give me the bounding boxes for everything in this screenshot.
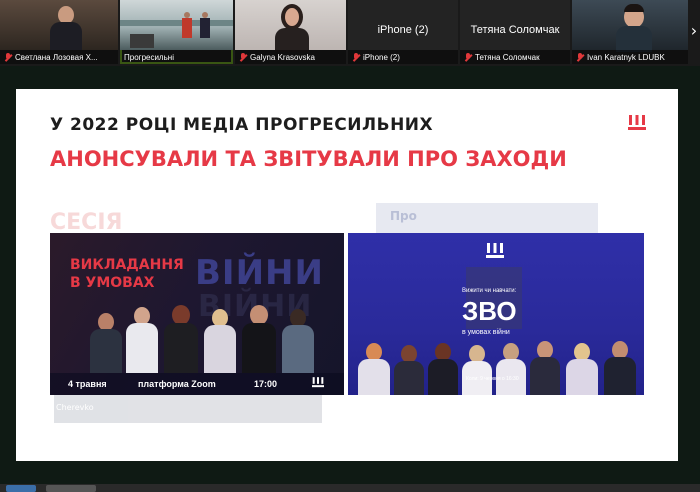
- name-bar: Galyna Krasovska: [235, 50, 346, 64]
- participant-video: [120, 0, 233, 50]
- speaker-photo: [494, 343, 528, 395]
- participant-strip: Светлана Лозовая Х... Прогресильні Galyn…: [0, 0, 700, 66]
- ghost-caption: Cherevko: [56, 403, 94, 412]
- participant-video: [235, 0, 346, 52]
- progresylni-logo-icon: [312, 377, 324, 388]
- participant-tile[interactable]: Galyna Krasovska: [235, 0, 346, 64]
- presentation-slide: У 2022 РОЦІ МЕДІА ПРОГРЕСИЛЬНИХ АНОНСУВА…: [16, 89, 678, 461]
- mic-muted-icon: [352, 52, 360, 62]
- speaker-photo: [88, 313, 124, 373]
- speaker-photo: [202, 309, 238, 373]
- name-bar: Светлана Лозовая Х...: [0, 50, 118, 64]
- speaker-photo: [124, 307, 160, 373]
- speaker-photo: [280, 309, 316, 373]
- progresylni-logo-icon: [486, 243, 504, 258]
- ghost-background-text: СЕСІЯ: [50, 210, 123, 235]
- event-banner-left: ВИКЛАДАННЯ В УМОВАХ ВІЙНИ ВІЙНИ: [50, 233, 344, 395]
- banner-left-date: 4 травня: [68, 379, 107, 389]
- bottom-toolbar: [0, 484, 700, 492]
- banner-left-line2: В УМОВАХ: [70, 275, 155, 291]
- speaker-photo: [426, 343, 460, 395]
- banner-left-footer: 4 травня платформа Zoom 17:00: [50, 373, 344, 395]
- participant-tile[interactable]: Тетяна Соломчак Тетяна Соломчак: [460, 0, 570, 64]
- slide-title-line2: АНОНСУВАЛИ ТА ЗВІТУВАЛИ ПРО ЗАХОДИ: [50, 147, 567, 171]
- participant-center-name: Тетяна Соломчак: [470, 24, 560, 36]
- banner-right-big-word: ЗВО: [462, 296, 517, 326]
- participant-name: Galyna Krasovska: [250, 52, 315, 62]
- toolbar-button[interactable]: [6, 485, 36, 492]
- participant-center-name: iPhone (2): [377, 24, 429, 36]
- speaker-photo: [240, 305, 278, 373]
- participant-name: Тетяна Соломчак: [475, 52, 540, 62]
- next-page-arrow-icon[interactable]: ›: [688, 20, 700, 42]
- participant-name: Прогресильні: [124, 52, 174, 62]
- mic-muted-icon: [239, 52, 247, 62]
- speaker-photo: [162, 305, 200, 373]
- participant-name: Ivan Karatnyk LDUBK: [587, 52, 665, 62]
- participant-name: Светлана Лозовая Х...: [15, 52, 98, 62]
- speaker-photo: [460, 345, 494, 395]
- speaker-photo: [392, 345, 426, 395]
- participant-tile[interactable]: Ivan Karatnyk LDUBK: [572, 0, 688, 64]
- progresylni-logo-icon: [628, 115, 646, 130]
- name-bar: Прогресильні: [120, 50, 233, 64]
- participant-name: iPhone (2): [363, 52, 400, 62]
- mic-muted-icon: [4, 52, 12, 62]
- participant-tile-active[interactable]: Прогресильні: [120, 0, 233, 64]
- slide-title-line1: У 2022 РОЦІ МЕДІА ПРОГРЕСИЛЬНИХ: [50, 115, 434, 135]
- participant-video: [572, 0, 688, 52]
- name-bar: Тетяна Соломчак: [460, 50, 570, 64]
- participant-video: [0, 0, 118, 50]
- participant-tile[interactable]: iPhone (2) iPhone (2): [348, 0, 458, 64]
- speaker-photo: [356, 343, 392, 395]
- speaker-photo: [528, 341, 562, 395]
- event-banner-right: Вижити чи навчати: ЗВО в умовах війни Ко…: [348, 233, 644, 395]
- banner-right-subtitle: в умовах війни: [462, 329, 510, 336]
- speaker-photo: [564, 343, 600, 395]
- mic-muted-icon: [464, 52, 472, 62]
- name-bar: Ivan Karatnyk LDUBK: [572, 50, 688, 64]
- banner-right-date: Коли: 9 червня о 16:30: [466, 376, 519, 382]
- toolbar-button[interactable]: [46, 485, 96, 492]
- ghost-background-panel: Про: [376, 203, 598, 237]
- banner-left-time: 17:00: [254, 379, 278, 389]
- speaker-photo: [602, 341, 638, 395]
- banner-right-small-text: Вижити чи навчати:: [462, 288, 517, 294]
- ghost-panel-text: Про: [390, 209, 417, 223]
- participant-tile[interactable]: Светлана Лозовая Х...: [0, 0, 118, 64]
- mic-muted-icon: [576, 52, 584, 62]
- banner-left-platform: платформа Zoom: [138, 379, 216, 389]
- name-bar: iPhone (2): [348, 50, 458, 64]
- banner-left-line1: ВИКЛАДАННЯ: [70, 257, 184, 273]
- banner-left-big-word: ВІЙНИ: [195, 253, 324, 293]
- ghost-background-panel-bottom: Cherevko: [54, 395, 322, 423]
